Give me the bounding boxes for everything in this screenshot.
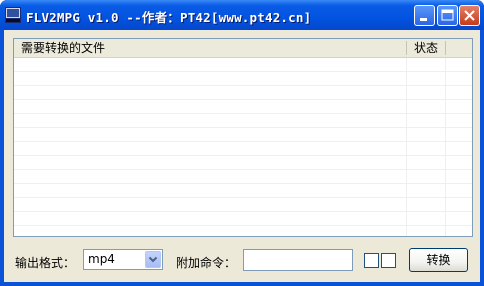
grid-line <box>14 85 472 86</box>
output-format-select[interactable]: mp4 <box>83 249 163 270</box>
window-title: FLV2MPG v1.0 --作者：PT42[www.pt42.cn] <box>26 10 312 25</box>
maximize-button[interactable] <box>437 5 458 26</box>
file-list[interactable]: 需要转换的文件 状态 <box>13 38 473 237</box>
window-frame-bottom <box>0 282 484 286</box>
grid-line <box>14 183 472 184</box>
app-icon <box>5 7 21 23</box>
grid-line <box>14 155 472 156</box>
option-box-2[interactable] <box>381 253 396 268</box>
minimize-button[interactable] <box>414 5 435 26</box>
file-list-header: 需要转换的文件 状态 <box>14 39 472 58</box>
window-frame-right <box>480 30 484 286</box>
file-list-rows <box>14 58 472 236</box>
grid-line <box>14 99 472 100</box>
grid-line <box>14 211 472 212</box>
client-area: 需要转换的文件 状态 输出格式： mp4 附加命令： 转换 <box>4 30 480 282</box>
convert-button[interactable]: 转换 <box>409 248 468 272</box>
grid-line <box>14 141 472 142</box>
extra-command-input[interactable] <box>243 249 353 271</box>
minimize-icon <box>420 18 427 21</box>
close-button[interactable] <box>459 5 480 26</box>
column-header-file[interactable]: 需要转换的文件 <box>14 39 406 57</box>
app-window: FLV2MPG v1.0 --作者：PT42[www.pt42.cn] 需要转换… <box>0 0 484 286</box>
extra-command-label: 附加命令： <box>176 256 237 270</box>
grid-line <box>14 113 472 114</box>
dropdown-button[interactable] <box>145 251 161 268</box>
output-format-value: mp4 <box>88 252 115 266</box>
column-header-status[interactable]: 状态 <box>407 39 445 57</box>
chevron-down-icon <box>148 256 158 263</box>
column-divider[interactable] <box>445 41 446 55</box>
title-bar[interactable]: FLV2MPG v1.0 --作者：PT42[www.pt42.cn] <box>0 0 484 30</box>
grid-line <box>14 169 472 170</box>
maximize-icon <box>441 9 454 21</box>
close-icon <box>464 10 475 21</box>
grid-line <box>14 225 472 226</box>
grid-line <box>14 71 472 72</box>
option-box-1[interactable] <box>364 253 379 268</box>
output-format-label: 输出格式： <box>15 256 76 270</box>
grid-line <box>14 127 472 128</box>
grid-line <box>14 197 472 198</box>
